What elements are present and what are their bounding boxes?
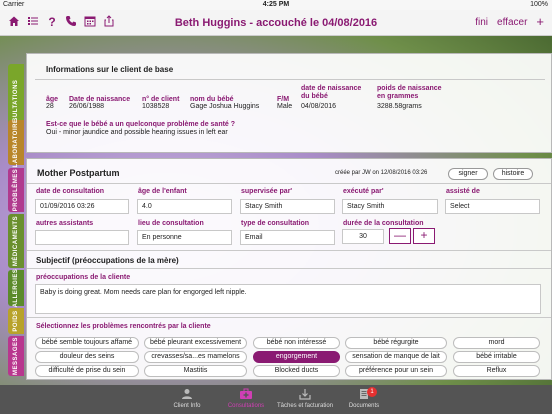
problem-pill[interactable]: Mastitis bbox=[144, 365, 247, 377]
child-age-label: âge de l'enfant bbox=[138, 188, 187, 195]
dob-value: 26/06/1988 bbox=[69, 103, 105, 110]
documents-badge: 1 bbox=[367, 387, 377, 397]
tab-label: Tâches et facturation bbox=[276, 403, 334, 409]
sex-value: Male bbox=[277, 103, 293, 110]
consultation-type-field[interactable]: Email bbox=[240, 230, 335, 245]
side-tab-problemes[interactable]: PROBLÈMES bbox=[8, 168, 24, 212]
side-tab-label: POIDS bbox=[13, 310, 19, 332]
problem-pill[interactable]: Reflux bbox=[453, 365, 540, 377]
concerns-label: préoccupations de la cliente bbox=[36, 274, 131, 281]
side-tab-label: PROBLÈMES bbox=[13, 168, 19, 212]
client-info-card: Informations sur le client de base âge D… bbox=[26, 53, 552, 153]
health-answer: Oui - minor jaundice and possible hearin… bbox=[46, 129, 228, 136]
problem-pill-selected[interactable]: engorgement bbox=[253, 351, 340, 363]
duration-label: durée de la consultation bbox=[343, 220, 424, 227]
problem-pill[interactable]: bébé semble toujours affamé bbox=[35, 337, 139, 349]
created-by: créée par JW on 12/08/2016 03:26 bbox=[335, 170, 428, 176]
side-tab-label: LABORATOIRE bbox=[13, 118, 19, 167]
consultation-title: Mother Postpartum bbox=[37, 168, 120, 178]
problem-pill[interactable]: mord bbox=[453, 337, 540, 349]
client-number-value: 1038528 bbox=[142, 103, 170, 110]
delete-button[interactable]: effacer bbox=[497, 17, 527, 28]
tab-label: Documents bbox=[348, 403, 380, 409]
health-question: Est-ce que le bébé a un quelconque probl… bbox=[46, 121, 236, 128]
side-tab-allergies[interactable]: ALLERGIES bbox=[8, 268, 24, 308]
problem-pill[interactable]: douleur des seins bbox=[35, 351, 139, 363]
consultation-place-label: lieu de consultation bbox=[138, 220, 204, 227]
duration-field[interactable]: 30 bbox=[342, 229, 384, 244]
baby-name-value: Gage Joshua Huggins bbox=[190, 103, 260, 110]
side-tab-label: MÉDICAMENTS bbox=[13, 215, 19, 267]
executed-by-label: exécuté par' bbox=[343, 188, 384, 195]
history-button[interactable]: histoire bbox=[493, 168, 533, 180]
age-value: 28 bbox=[46, 103, 54, 110]
problem-pill[interactable]: sensation de manque de lait bbox=[345, 351, 447, 363]
person-icon bbox=[180, 388, 194, 400]
navigation-bar: ? Beth Huggins - accouché le 04/08/2016 … bbox=[0, 10, 552, 36]
baby-dob-header: date de naissance du bébé bbox=[301, 85, 362, 100]
tab-tasks-billing[interactable]: Tâches et facturation bbox=[276, 388, 334, 409]
side-tab-messages[interactable]: MESSAGES bbox=[8, 336, 24, 376]
duration-increment-button[interactable]: + bbox=[413, 228, 435, 244]
add-button[interactable]: + bbox=[536, 15, 544, 28]
status-bar: Carrier 4:25 PM 100% bbox=[0, 0, 552, 10]
assisted-by-select[interactable]: Select bbox=[445, 199, 540, 214]
problem-pill[interactable]: bébé irritable bbox=[453, 351, 540, 363]
problem-pill[interactable]: bébé pleurant excessivement bbox=[144, 337, 247, 349]
side-tab-laboratoire[interactable]: LABORATOIRE bbox=[8, 118, 24, 167]
tab-consultations[interactable]: Consultations bbox=[217, 388, 275, 409]
problem-pill[interactable]: Blocked ducts bbox=[253, 365, 340, 377]
consultation-type-label: type de consultation bbox=[241, 220, 310, 227]
subjective-heading: Subjectif (préoccupations de la mère) bbox=[36, 256, 179, 265]
concerns-textarea[interactable]: Baby is doing great. Mom needs care plan… bbox=[35, 284, 541, 314]
sign-button[interactable]: signer bbox=[448, 168, 488, 180]
problems-label: Sélectionnez les problèmes rencontrés pa… bbox=[36, 323, 211, 330]
download-tray-icon bbox=[298, 388, 312, 400]
done-button[interactable]: fini bbox=[475, 17, 488, 28]
assisted-by-label: assisté de bbox=[446, 188, 480, 195]
clock: 4:25 PM bbox=[262, 1, 290, 8]
consultation-date-field[interactable]: 01/09/2016 03:26 bbox=[35, 199, 129, 214]
child-age-field[interactable]: 4.0 bbox=[137, 199, 232, 214]
other-assistants-label: autres assistants bbox=[36, 220, 94, 227]
birth-weight-header: poids de naissance en grammes bbox=[377, 85, 442, 100]
tab-bar: Client Info Consultations Tâches et fact… bbox=[0, 385, 552, 414]
other-assistants-field[interactable] bbox=[35, 230, 129, 245]
supervised-by-label: supervisée par' bbox=[241, 188, 293, 195]
consultation-date-label: date de consultation bbox=[36, 188, 105, 195]
side-tab-medicaments[interactable]: MÉDICAMENTS bbox=[8, 214, 24, 268]
problem-pill[interactable]: difficulté de prise du sein bbox=[35, 365, 139, 377]
tab-documents[interactable]: 1 Documents bbox=[335, 387, 393, 409]
duration-decrement-button[interactable]: — bbox=[389, 228, 411, 244]
tab-label: Client Info bbox=[173, 403, 201, 409]
medical-bag-icon bbox=[239, 388, 253, 400]
supervised-by-field[interactable]: Stacy Smith bbox=[240, 199, 335, 214]
tab-client-info[interactable]: Client Info bbox=[158, 388, 216, 409]
page-title: Beth Huggins - accouché le 04/08/2016 bbox=[174, 17, 378, 29]
side-tab-label: MESSAGES bbox=[13, 336, 19, 376]
tab-label: Consultations bbox=[227, 403, 265, 409]
client-info-heading: Informations sur le client de base bbox=[46, 65, 174, 74]
consultation-place-field[interactable]: En personne bbox=[137, 230, 232, 245]
baby-dob-value: 04/08/2016 bbox=[301, 103, 337, 110]
problem-pill[interactable]: bébé régurgite bbox=[345, 337, 447, 349]
problem-pill[interactable]: préférence pour un sein bbox=[345, 365, 447, 377]
side-tab-label: ALLERGIES bbox=[13, 268, 19, 308]
problem-pill[interactable]: bébé non intéressé bbox=[253, 337, 340, 349]
battery-level: 100% bbox=[530, 1, 548, 8]
birth-weight-value: 3288.58grams bbox=[377, 103, 422, 110]
problem-pill[interactable]: crevasses/sa...es mamelons bbox=[144, 351, 247, 363]
side-tab-poids[interactable]: POIDS bbox=[8, 308, 24, 334]
executed-by-field[interactable]: Stacy Smith bbox=[342, 199, 438, 214]
